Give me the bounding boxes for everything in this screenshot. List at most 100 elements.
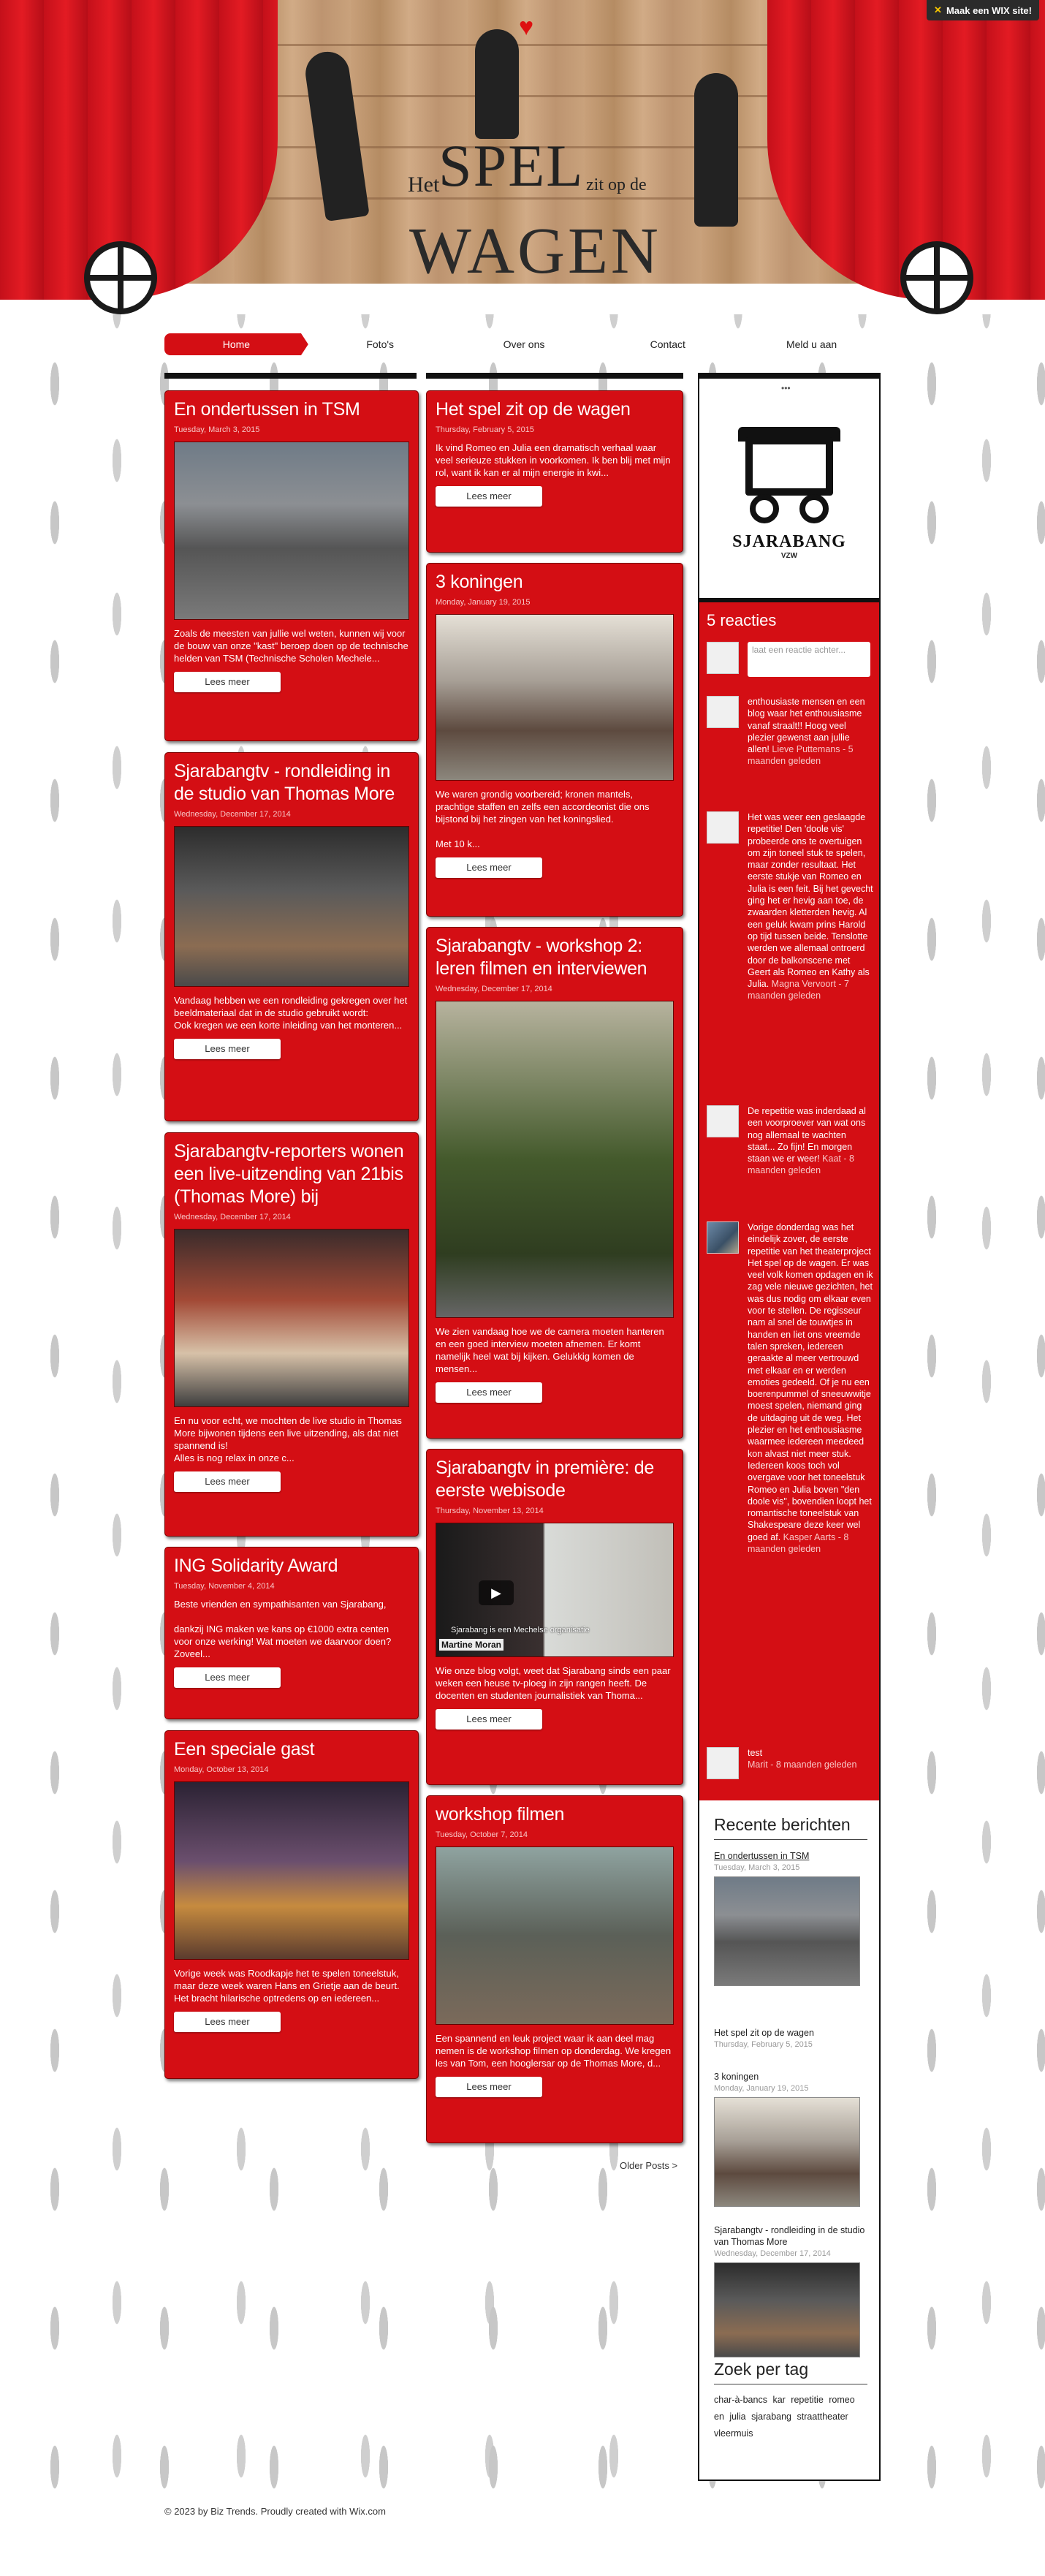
read-more-button[interactable]: Lees meer (436, 1382, 542, 1403)
post-card: Het spel zit op de wagen Thursday, Febru… (426, 390, 683, 553)
recent-item[interactable]: Het spel zit op de wagen Thursday, Februa… (714, 2027, 867, 2050)
comment: enthousiaste mensen en een blog waar het… (707, 696, 875, 791)
post-card: 3 koningen Monday, January 19, 2015 We w… (426, 563, 683, 917)
recent-thumb[interactable] (714, 1876, 860, 1986)
read-more-button[interactable]: Lees meer (436, 1709, 542, 1730)
post-date: Wednesday, December 17, 2014 (436, 985, 552, 993)
post-card: Sjarabangtv - workshop 2: leren filmen e… (426, 927, 683, 1439)
wix-banner[interactable]: ✕ Maak een WIX site! (927, 0, 1039, 20)
wix-x-icon: ✕ (934, 4, 942, 15)
dancer-figure (475, 29, 519, 139)
recent-item[interactable]: Sjarabangtv - rondleiding in de studio v… (714, 2224, 867, 2357)
post-card: Sjarabangtv in première: de eerste webis… (426, 1449, 683, 1785)
column-bar (164, 373, 417, 379)
post-title[interactable]: 3 koningen (436, 571, 674, 594)
tag-link[interactable]: repetitie (791, 2395, 823, 2405)
read-more-button[interactable]: Lees meer (174, 1667, 281, 1688)
tags-title: Zoek per tag (714, 2360, 867, 2384)
read-more-button[interactable]: Lees meer (436, 486, 542, 507)
nav-fotos[interactable]: Foto's (308, 333, 452, 355)
logo-het: Het (408, 173, 440, 197)
comments-title: 5 reacties (707, 611, 777, 629)
post-excerpt: Beste vrienden en sympathisanten van Sja… (174, 1599, 392, 1659)
post-excerpt: Ik vind Romeo en Julia een dramatisch ve… (436, 442, 671, 478)
read-more-button[interactable]: Lees meer (174, 672, 281, 692)
post-excerpt: Een spannend en leuk project waar ik aan… (436, 2033, 672, 2069)
comment: test Marit - 8 maanden geleden (707, 1747, 875, 1784)
post-date: Thursday, February 5, 2015 (436, 425, 534, 434)
post-title[interactable]: Sjarabangtv - workshop 2: leren filmen e… (436, 935, 674, 980)
tag-link[interactable]: vleermuis (714, 2428, 753, 2439)
post-card: ING Solidarity Award Tuesday, November 4… (164, 1547, 419, 1719)
recent-item[interactable]: En ondertussen in TSM Tuesday, March 3, 2… (714, 1850, 867, 1986)
post-title[interactable]: Sjarabangtv-reporters wonen een live-uit… (174, 1140, 409, 1208)
comments-panel: 5 reacties laat een reactie achter... en… (699, 598, 879, 1800)
recent-item[interactable]: 3 koningen Monday, January 19, 2015 (714, 2071, 867, 2207)
post-date: Thursday, November 13, 2014 (436, 1507, 544, 1515)
nav-meld-u-aan[interactable]: Meld u aan (740, 333, 884, 355)
post-excerpt: Zoals de meesten van jullie wel weten, k… (174, 628, 408, 664)
post-title[interactable]: En ondertussen in TSM (174, 398, 409, 421)
avatar (707, 696, 739, 728)
post-image[interactable] (174, 826, 409, 987)
recent-title: Recente berichten (714, 1815, 867, 1840)
ballerina-figure (694, 73, 738, 227)
tag-link[interactable]: char-à-bancs (714, 2395, 767, 2405)
wagon-icon (723, 423, 855, 532)
comment: De repetitie was inderdaad al een voorpr… (707, 1105, 875, 1200)
comment: Het was weer een geslaagde repetitie! De… (707, 811, 875, 1089)
post-title[interactable]: workshop filmen (436, 1803, 674, 1826)
post-title[interactable]: Sjarabangtv in première: de eerste webis… (436, 1457, 674, 1502)
post-excerpt: En nu voor echt, we mochten de live stud… (174, 1415, 402, 1463)
post-date: Tuesday, October 7, 2014 (436, 1830, 528, 1839)
main-nav: Home Foto's Over ons Contact Meld u aan (164, 333, 884, 355)
post-image[interactable] (174, 442, 409, 620)
read-more-button[interactable]: Lees meer (174, 2012, 281, 2032)
recent-posts: Recente berichten En ondertussen in TSM T… (714, 1815, 867, 2357)
post-title[interactable]: Een speciale gast (174, 1738, 409, 1761)
avatar (707, 642, 739, 674)
post-excerpt: Vandaag hebben we een rondleiding gekreg… (174, 995, 408, 1031)
post-image[interactable] (436, 1001, 674, 1318)
logo-zit: zit op de (586, 175, 647, 194)
header-banner: ♥ Het SPEL zit op de WAGEN ✕ Maak een WIX… (0, 0, 1045, 314)
post-image[interactable] (174, 1781, 409, 1960)
nav-over-ons[interactable]: Over ons (452, 333, 596, 355)
post-date: Monday, January 19, 2015 (436, 598, 531, 607)
post-image[interactable] (436, 614, 674, 781)
read-more-button[interactable]: Lees meer (436, 2077, 542, 2097)
post-excerpt: We waren grondig voorbereid; kronen mant… (436, 789, 650, 849)
post-title[interactable]: Het spel zit op de wagen (436, 398, 674, 421)
read-more-button[interactable]: Lees meer (174, 1039, 281, 1059)
tag-link[interactable]: kar (772, 2395, 785, 2405)
play-icon[interactable]: ▶ (479, 1580, 514, 1605)
read-more-button[interactable]: Lees meer (174, 1471, 281, 1492)
sidebar: ••• SJARABANG VZW 5 reacties laat een re… (698, 373, 881, 2481)
post-date: Tuesday, November 4, 2014 (174, 1582, 275, 1591)
sjarabang-logo: SJARABANG VZW (707, 389, 872, 594)
post-title[interactable]: ING Solidarity Award (174, 1555, 409, 1577)
nav-contact[interactable]: Contact (596, 333, 740, 355)
older-posts-link[interactable]: Older Posts > (620, 2160, 677, 2171)
post-card: Een speciale gast Monday, October 13, 20… (164, 1730, 419, 2079)
post-card: Sjarabangtv-reporters wonen een live-uit… (164, 1132, 419, 1537)
brand-sub: VZW (780, 552, 798, 560)
comment: Vorige donderdag was het eindelijk zover… (707, 1221, 875, 1733)
post-date: Wednesday, December 17, 2014 (174, 1213, 291, 1221)
tag-link[interactable]: sjarabang (751, 2412, 791, 2422)
heart-icon: ♥ (519, 13, 534, 41)
post-card: En ondertussen in TSM Tuesday, March 3, … (164, 390, 419, 741)
footer: © 2023 by Biz Trends. Proudly created wi… (164, 2506, 386, 2517)
avatar (707, 1747, 739, 1779)
tag-link[interactable]: straattheater (797, 2412, 848, 2422)
post-image[interactable] (436, 1846, 674, 2025)
wheel-left-icon (84, 241, 157, 314)
nav-home[interactable]: Home (164, 333, 308, 355)
video-player[interactable]: ▶ Sjarabang is een Mechelse organisatie … (436, 1523, 674, 1657)
recent-thumb[interactable] (714, 2262, 860, 2357)
read-more-button[interactable]: Lees meer (436, 857, 542, 878)
recent-thumb[interactable] (714, 2097, 860, 2207)
post-title[interactable]: Sjarabangtv - rondleiding in de studio v… (174, 760, 409, 806)
post-image[interactable] (174, 1229, 409, 1407)
reply-input[interactable]: laat een reactie achter... (748, 642, 870, 677)
